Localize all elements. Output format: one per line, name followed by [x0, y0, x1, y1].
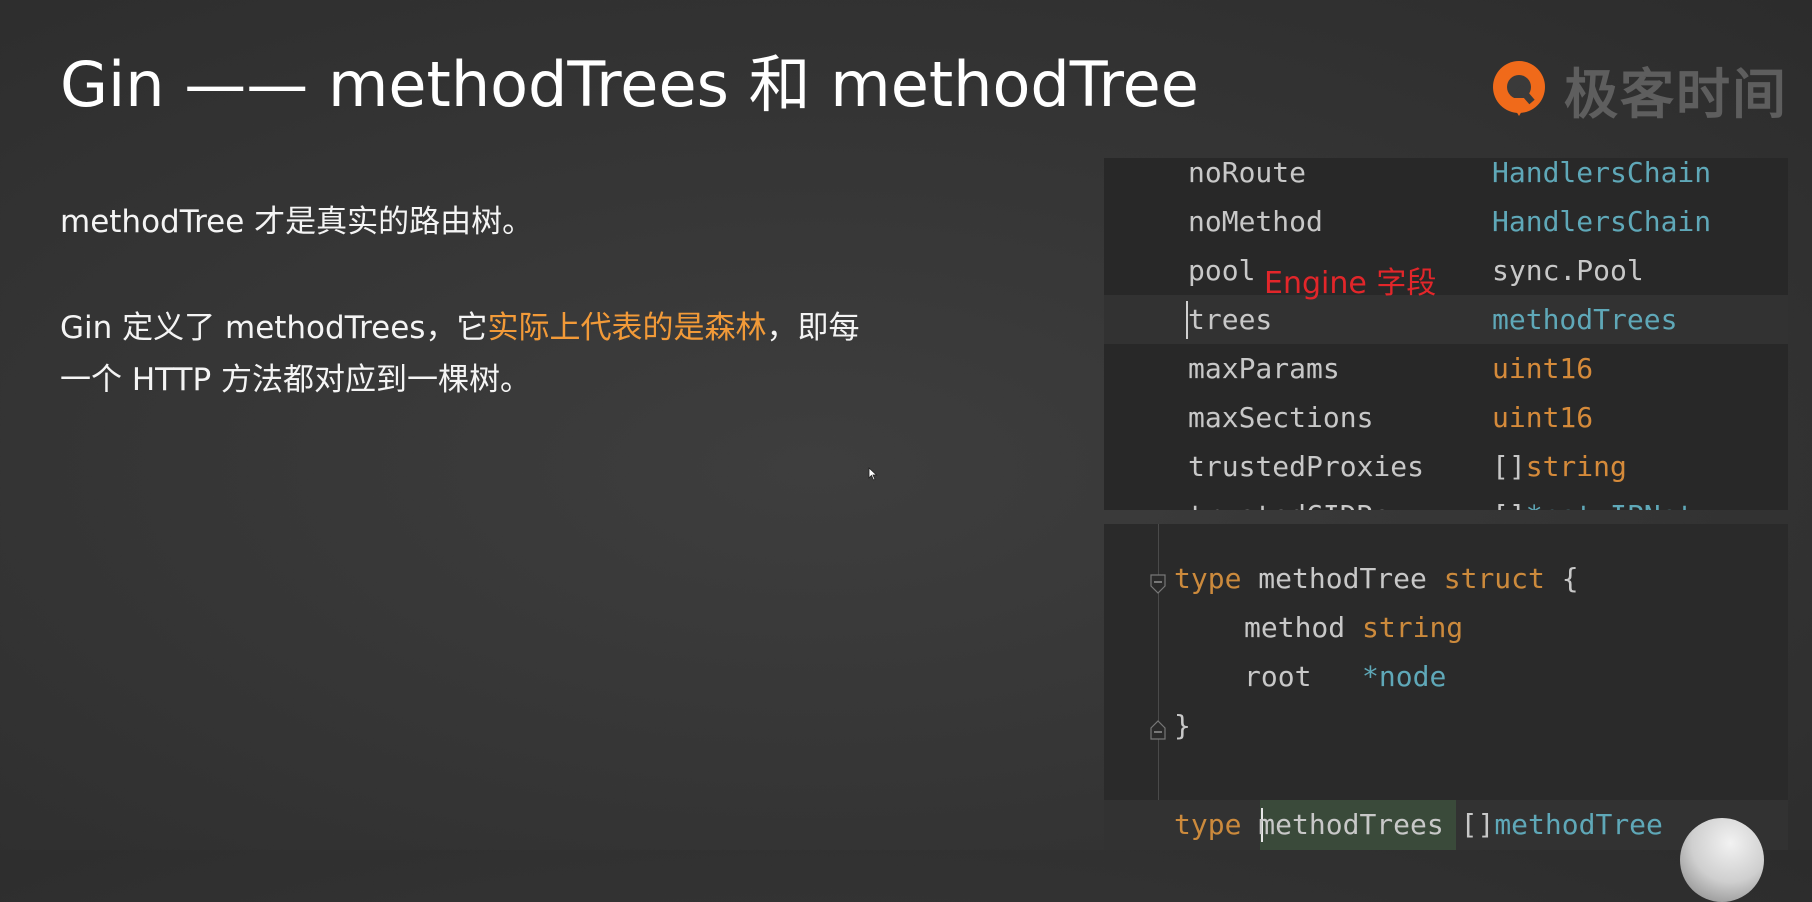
field-identifier: method	[1244, 611, 1346, 644]
code-line-struct-decl: type methodTree struct {	[1174, 562, 1579, 595]
field-row-pool: pool sync.Pool	[1104, 246, 1788, 295]
brace: }	[1174, 709, 1191, 742]
method-tree-code-panel: type methodTree struct { method string r…	[1104, 524, 1788, 850]
keyword: type	[1174, 808, 1242, 841]
code-line-field-root: root *node	[1244, 660, 1446, 693]
type-name: *net.IPNet	[1526, 499, 1695, 510]
code-line-field-method: method string	[1244, 611, 1463, 644]
type-prefix: []	[1492, 499, 1526, 510]
intro-text: methodTree 才是真实的路由树。	[60, 204, 534, 240]
forest-highlight: 实际上代表的是森林	[487, 310, 767, 346]
engine-fields-annotation: Engine 字段	[1264, 266, 1437, 301]
type-identifier: methodTree	[1258, 562, 1427, 595]
field-type: *node	[1362, 660, 1447, 693]
field-name: trustedCIDRs	[1188, 499, 1390, 510]
field-type: HandlersChain	[1492, 158, 1712, 189]
geektime-logo-icon	[1488, 58, 1550, 120]
brace: {	[1561, 562, 1579, 595]
brand-logo: 极客时间	[1488, 52, 1788, 126]
type-name: string	[1525, 450, 1627, 483]
field-name: pool	[1188, 254, 1256, 287]
field-row-trustedproxies: trustedProxies []string	[1104, 442, 1788, 491]
field-type: sync.Pool	[1492, 254, 1644, 287]
engine-fields-panel: noRoute HandlersChain noMethod HandlersC…	[1104, 158, 1788, 510]
fold-close-icon[interactable]	[1150, 714, 1166, 740]
keyword: struct	[1443, 562, 1545, 595]
intro-paragraph: methodTree 才是真实的路由树。	[60, 196, 1010, 248]
type-identifier: methodTrees	[1258, 808, 1444, 841]
slide-title: Gin —— methodTrees 和 methodTree	[60, 48, 1199, 121]
field-row-nomethod: noMethod HandlersChain	[1104, 197, 1788, 246]
field-row-noroute: noRoute HandlersChain	[1104, 158, 1788, 197]
field-name: noRoute	[1188, 158, 1307, 189]
field-row-trees: trees methodTrees	[1104, 295, 1788, 344]
element-type: methodTree	[1494, 808, 1663, 841]
forest-text-c: 一个 HTTP 方法都对应到一棵树。	[60, 362, 532, 398]
forest-text-a: Gin 定义了 methodTrees，它	[60, 310, 488, 346]
field-type: []string	[1492, 450, 1627, 483]
mouse-pointer-icon	[868, 466, 878, 485]
field-identifier: root	[1244, 660, 1312, 693]
field-name: trustedProxies	[1188, 450, 1425, 483]
field-type: []*net.IPNet	[1492, 499, 1694, 510]
field-row-maxparams: maxParams uint16	[1104, 344, 1788, 393]
slice-prefix: []	[1460, 808, 1495, 841]
forest-text-b: ，即每	[766, 310, 860, 346]
code-line-trees-decl: type methodTrees []methodTree	[1174, 808, 1663, 841]
fold-open-icon[interactable]	[1150, 568, 1166, 594]
field-type: methodTrees	[1492, 303, 1678, 336]
presenter-avatar	[1680, 818, 1764, 902]
brand-text: 极客时间	[1564, 62, 1788, 126]
field-type: string	[1362, 611, 1464, 644]
field-type: uint16	[1492, 352, 1594, 385]
field-name: trees	[1188, 303, 1273, 336]
forest-paragraph: Gin 定义了 methodTrees，它实际上代表的是森林，即每 一个 HTT…	[60, 302, 1010, 406]
code-line-close: }	[1174, 709, 1191, 742]
field-name: noMethod	[1188, 205, 1323, 238]
field-row-maxsections: maxSections uint16	[1104, 393, 1788, 442]
type-prefix: []	[1492, 450, 1526, 483]
field-type: HandlersChain	[1492, 205, 1712, 238]
keyword: type	[1174, 562, 1242, 595]
field-type: uint16	[1492, 401, 1594, 434]
field-name: maxSections	[1188, 401, 1374, 434]
field-name: maxParams	[1188, 352, 1340, 385]
field-row-trustedcidrs: trustedCIDRs []*net.IPNet	[1104, 491, 1788, 510]
